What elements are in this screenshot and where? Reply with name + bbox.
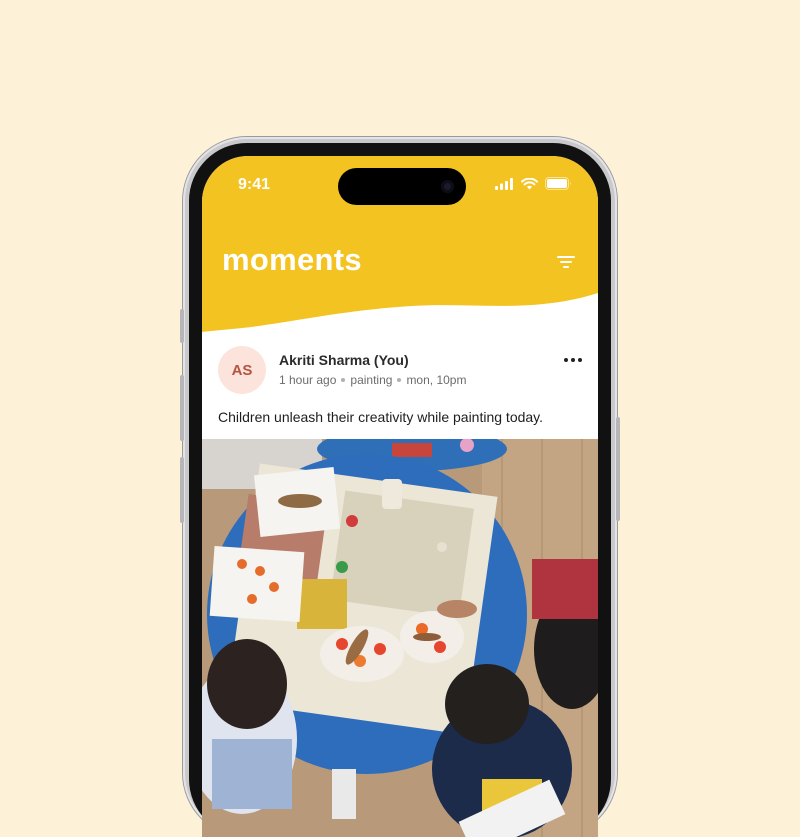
battery-icon bbox=[545, 177, 571, 190]
page-title: moments bbox=[222, 242, 362, 277]
post-category: painting bbox=[350, 373, 393, 387]
wifi-icon bbox=[521, 177, 538, 189]
status-time: 9:41 bbox=[238, 176, 271, 193]
post-meta: 1 hour ago painting mon, 10pm bbox=[279, 373, 466, 387]
post-photo[interactable] bbox=[202, 439, 598, 837]
post-timestamp: mon, 10pm bbox=[406, 373, 467, 387]
filter-icon[interactable] bbox=[556, 254, 576, 270]
volume-down-button bbox=[180, 457, 184, 523]
separator-dot bbox=[341, 378, 346, 382]
post-caption: Children unleash their creativity while … bbox=[218, 409, 544, 425]
avatar[interactable]: AS bbox=[218, 346, 266, 394]
dynamic-island bbox=[338, 168, 466, 205]
avatar-initials: AS bbox=[231, 361, 253, 379]
action-button bbox=[180, 309, 184, 343]
volume-up-button bbox=[180, 375, 184, 441]
phone-frame: 9:41 moments AS Akriti Sharma (You) 1 ho… bbox=[180, 137, 620, 837]
separator-dot bbox=[397, 378, 402, 382]
power-button bbox=[616, 417, 620, 521]
status-icons bbox=[495, 177, 572, 190]
camera-icon bbox=[441, 180, 454, 193]
cellular-signal-icon bbox=[495, 177, 513, 190]
post-relative-time: 1 hour ago bbox=[279, 373, 337, 387]
post-author[interactable]: Akriti Sharma (You) bbox=[279, 352, 409, 368]
app-screen: 9:41 moments AS Akriti Sharma (You) 1 ho… bbox=[202, 156, 598, 837]
more-options-icon[interactable] bbox=[564, 358, 582, 362]
